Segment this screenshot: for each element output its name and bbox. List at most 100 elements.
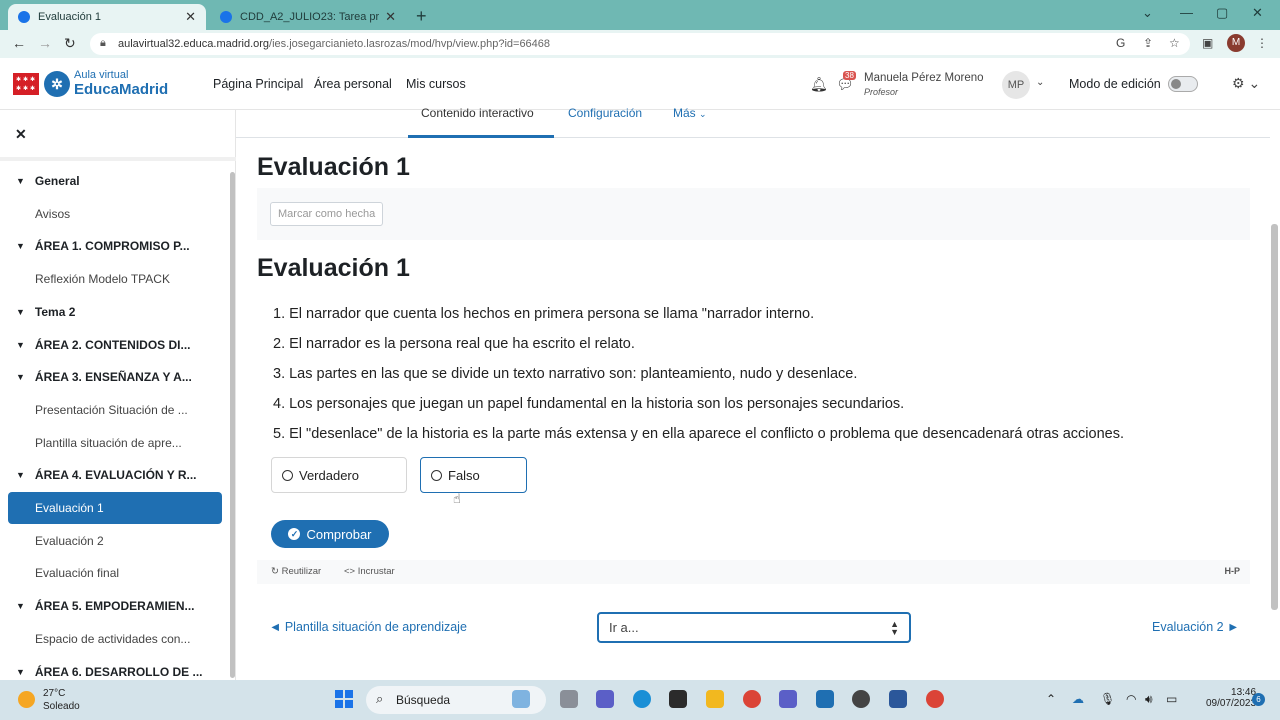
minimize-icon[interactable]: — <box>1180 5 1193 20</box>
edge-icon[interactable] <box>633 690 651 708</box>
task-view-icon[interactable] <box>560 690 578 708</box>
chevron-down-icon[interactable]: ▼ <box>16 667 25 677</box>
reload-icon[interactable]: ↻ <box>64 35 76 52</box>
logo-subtitle: Aula virtual <box>74 69 129 81</box>
google-lens-icon[interactable]: G <box>1116 36 1125 50</box>
browser-tab-evaluacion[interactable]: Evaluación 1 ✕ <box>8 4 206 30</box>
forward-icon[interactable]: → <box>38 35 52 51</box>
tab-mas-label: Más <box>673 106 696 120</box>
sidebar-item[interactable]: Reflexión Modelo TPACK <box>8 263 222 295</box>
sidebar-section[interactable]: ▼ General <box>8 165 222 197</box>
user-name[interactable]: Manuela Pérez Moreno <box>864 72 984 84</box>
close-tab-icon[interactable]: ✕ <box>385 9 396 25</box>
close-tab-icon[interactable]: ✕ <box>185 9 196 25</box>
sidebar-item-label: ÁREA 1. COMPROMISO P... <box>34 239 190 254</box>
logo-title[interactable]: EducaMadrid <box>74 81 168 98</box>
sidebar-item-label: Evaluación final <box>35 566 120 581</box>
jump-to-select[interactable]: Ir a... ▲ ▼ <box>597 612 911 643</box>
sidebar-item[interactable]: Presentación Situación de ... <box>8 394 222 426</box>
sidebar-item[interactable]: Evaluación 2 <box>8 525 222 557</box>
next-activity-link[interactable]: Evaluación 2 ► <box>1152 620 1239 634</box>
tab-search-chevron-icon[interactable]: ⌄ <box>1142 5 1153 21</box>
word-icon[interactable] <box>889 690 907 708</box>
h5p-logo[interactable]: H-P <box>1225 566 1241 576</box>
tray-chevron-icon[interactable]: ⌃ <box>1046 692 1056 706</box>
bookmark-star-icon[interactable]: ☆ <box>1169 36 1180 50</box>
sidebar-section[interactable]: ▼ ÁREA 1. COMPROMISO P... <box>8 230 222 262</box>
page-scrollbar[interactable] <box>1271 224 1278 610</box>
close-window-icon[interactable]: ✕ <box>1252 5 1263 21</box>
sidebar-divider <box>0 157 236 161</box>
maximize-icon[interactable]: ▢ <box>1216 5 1228 21</box>
answer-false-option[interactable]: Falso <box>420 457 527 493</box>
tab-mas[interactable]: Más ⌄ <box>673 106 707 120</box>
chevron-down-icon[interactable]: ▼ <box>16 372 25 382</box>
settings-gear-icon[interactable]: ⚙︎ ⌄ <box>1232 75 1260 92</box>
microphone-icon[interactable]: 🎙︎ <box>1100 692 1115 706</box>
embed-action[interactable]: <> Incrustar <box>344 566 395 577</box>
sidebar-item[interactable]: Evaluación 1 <box>8 492 222 524</box>
wifi-icon[interactable]: ◠ <box>1126 692 1136 706</box>
browser-profile-avatar[interactable]: M <box>1227 34 1245 52</box>
sidebar-item[interactable]: Avisos <box>8 198 222 230</box>
chevron-down-icon[interactable]: ▼ <box>16 340 25 350</box>
browser-tab-tarea[interactable]: CDD_A2_JULIO23: Tarea práctica ✕ <box>210 4 406 30</box>
weather-condition: Soleado <box>43 701 80 712</box>
nav-pagina-principal[interactable]: Página Principal <box>213 77 303 91</box>
sidebar-item[interactable]: Plantilla situación de apre... <box>8 427 222 459</box>
moodle-favicon-icon <box>18 11 30 23</box>
chrome-profile-icon[interactable] <box>926 690 944 708</box>
widgets-icon[interactable] <box>512 690 530 708</box>
obs-icon[interactable] <box>852 690 870 708</box>
close-drawer-icon[interactable]: ✕ <box>15 126 27 143</box>
teams-chat-icon[interactable] <box>596 690 614 708</box>
new-tab-icon[interactable]: + <box>416 6 427 27</box>
file-explorer-icon[interactable] <box>706 690 724 708</box>
educamadrid-logo-icon[interactable]: ✲ <box>44 71 70 97</box>
notifications-bell-icon[interactable]: 🔔︎ <box>810 76 828 93</box>
onedrive-icon[interactable]: ☁︎ <box>1072 692 1084 706</box>
sidebar-section[interactable]: ▼ ÁREA 3. ENSEÑANZA Y A... <box>8 361 222 393</box>
tab-contenido-interactivo[interactable]: Contenido interactivo <box>421 106 534 120</box>
answer-true-option[interactable]: Verdadero <box>271 457 407 493</box>
chevron-down-icon[interactable]: ▼ <box>16 307 25 317</box>
sidebar-section[interactable]: ▼ ÁREA 2. CONTENIDOS DI... <box>8 329 222 361</box>
sun-weather-icon[interactable] <box>18 691 35 708</box>
user-menu-chevron-icon[interactable]: ⌄ <box>1036 77 1044 88</box>
volume-icon[interactable]: 🔊︎ <box>1145 692 1153 707</box>
share-icon[interactable]: ⇪ <box>1143 36 1153 50</box>
reuse-label: Reutilizar <box>281 566 322 577</box>
browser-menu-icon[interactable]: ⋮ <box>1256 36 1268 50</box>
sidebar-section[interactable]: ▼ Tema 2 <box>8 296 222 328</box>
battery-icon[interactable]: ▭ <box>1166 692 1177 706</box>
chevron-down-icon[interactable]: ▼ <box>16 601 25 611</box>
side-panel-icon[interactable]: ▣ <box>1202 36 1213 50</box>
sidebar-section[interactable]: ▼ ÁREA 4. EVALUACIÓN Y R... <box>8 459 222 491</box>
mark-as-done-button[interactable]: Marcar como hecha <box>270 202 384 226</box>
sidebar-section[interactable]: ▼ ÁREA 5. EMPODERAMIEN... <box>8 590 222 622</box>
edit-mode-toggle[interactable] <box>1168 76 1198 92</box>
user-avatar[interactable]: MP <box>1002 71 1030 99</box>
terminal-icon[interactable] <box>669 690 687 708</box>
nav-area-personal[interactable]: Área personal <box>314 77 392 91</box>
wordpad-icon[interactable] <box>816 690 834 708</box>
url-field[interactable]: 🔒︎ aulavirtual32.educa.madrid.org/ies.jo… <box>90 33 1190 55</box>
h5p-actions-bar: ↻ Reutilizar <> Incrustar H-P <box>257 560 1250 584</box>
check-button[interactable]: ✓ Comprobar <box>271 520 389 548</box>
teams-icon[interactable] <box>779 690 797 708</box>
chevron-down-icon[interactable]: ▼ <box>16 470 25 480</box>
windows-start-icon[interactable] <box>335 690 353 708</box>
tab-configuracion[interactable]: Configuración <box>568 106 642 120</box>
system-clock[interactable]: 13:46 09/07/2023 <box>1206 687 1256 709</box>
notification-count-badge[interactable]: 6 <box>1252 693 1265 706</box>
chrome-icon[interactable] <box>743 690 761 708</box>
chevron-down-icon[interactable]: ▼ <box>16 176 25 186</box>
sidebar-item[interactable]: Evaluación final <box>8 557 222 589</box>
chevron-down-icon[interactable]: ▼ <box>16 241 25 251</box>
back-icon[interactable]: ← <box>12 35 26 51</box>
sidebar-scrollbar[interactable] <box>230 172 235 678</box>
reuse-action[interactable]: ↻ Reutilizar <box>271 566 321 577</box>
sidebar-item[interactable]: Espacio de actividades con... <box>8 623 222 655</box>
previous-activity-link[interactable]: ◄ Plantilla situación de aprendizaje <box>269 620 467 634</box>
nav-mis-cursos[interactable]: Mis cursos <box>406 77 466 91</box>
